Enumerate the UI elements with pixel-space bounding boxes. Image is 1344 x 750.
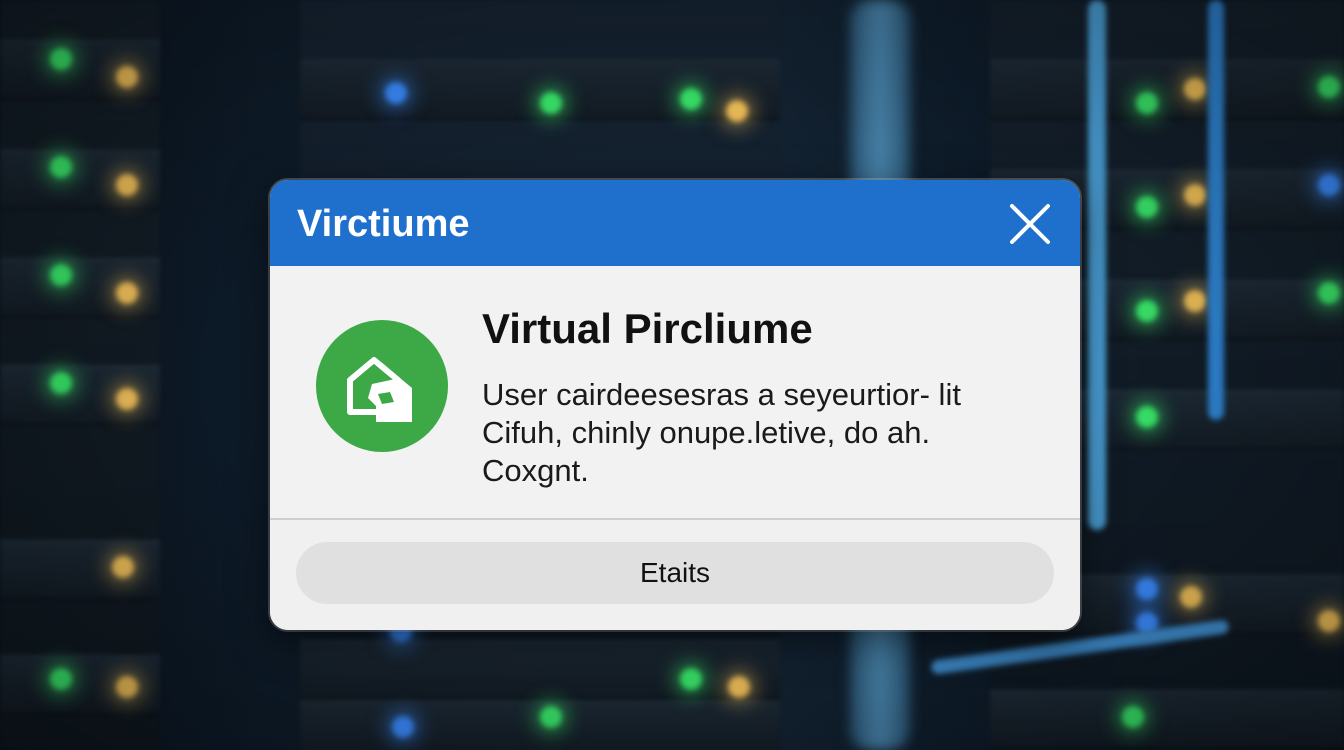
home-document-icon <box>347 357 412 422</box>
message-line: Coxgnt. <box>482 453 589 488</box>
dialog-window: Virctiume Virtual Pircliume User cairdee… <box>270 180 1080 630</box>
message-line: Cifuh, chinly onupe.letive, do ah. <box>482 415 931 450</box>
dialog-message: User cairdeesesras a seyeurtior- lit Cif… <box>482 376 1042 490</box>
details-button[interactable]: Etaits <box>296 542 1054 604</box>
dialog-content: Virtual Pircliume User cairdeesesras a s… <box>270 266 1080 518</box>
app-icon <box>316 320 448 452</box>
dialog-heading: Virtual Pircliume <box>482 305 813 352</box>
dialog-titlebar: Virctiume <box>270 180 1080 266</box>
close-button[interactable] <box>1008 202 1052 246</box>
dialog-footer: Etaits <box>270 520 1080 630</box>
message-line: User cairdeesesras a seyeurtior- lit <box>482 377 961 412</box>
close-icon <box>1010 204 1050 244</box>
dialog-title: Virctiume <box>297 203 470 245</box>
